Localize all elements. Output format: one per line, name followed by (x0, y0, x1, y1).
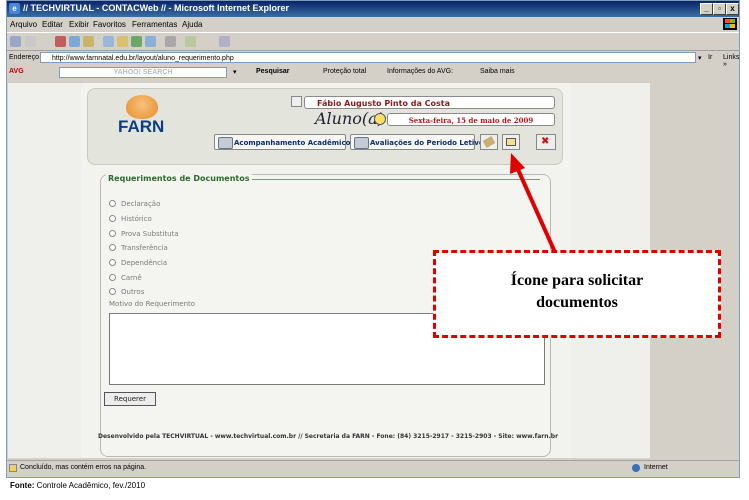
callout-box: Ícone para solicitar documentos (433, 250, 721, 338)
source-detail: Controle Acadêmico, fev./2010 (34, 481, 146, 490)
arrow-head (510, 153, 525, 174)
callout-line-1: Ícone para solicitar (510, 272, 644, 289)
source-caption: Fonte: Controle Acadêmico, fev./2010 (10, 481, 145, 490)
source-text: Fonte: (10, 481, 35, 490)
callout-line-2: documentos (536, 294, 618, 311)
